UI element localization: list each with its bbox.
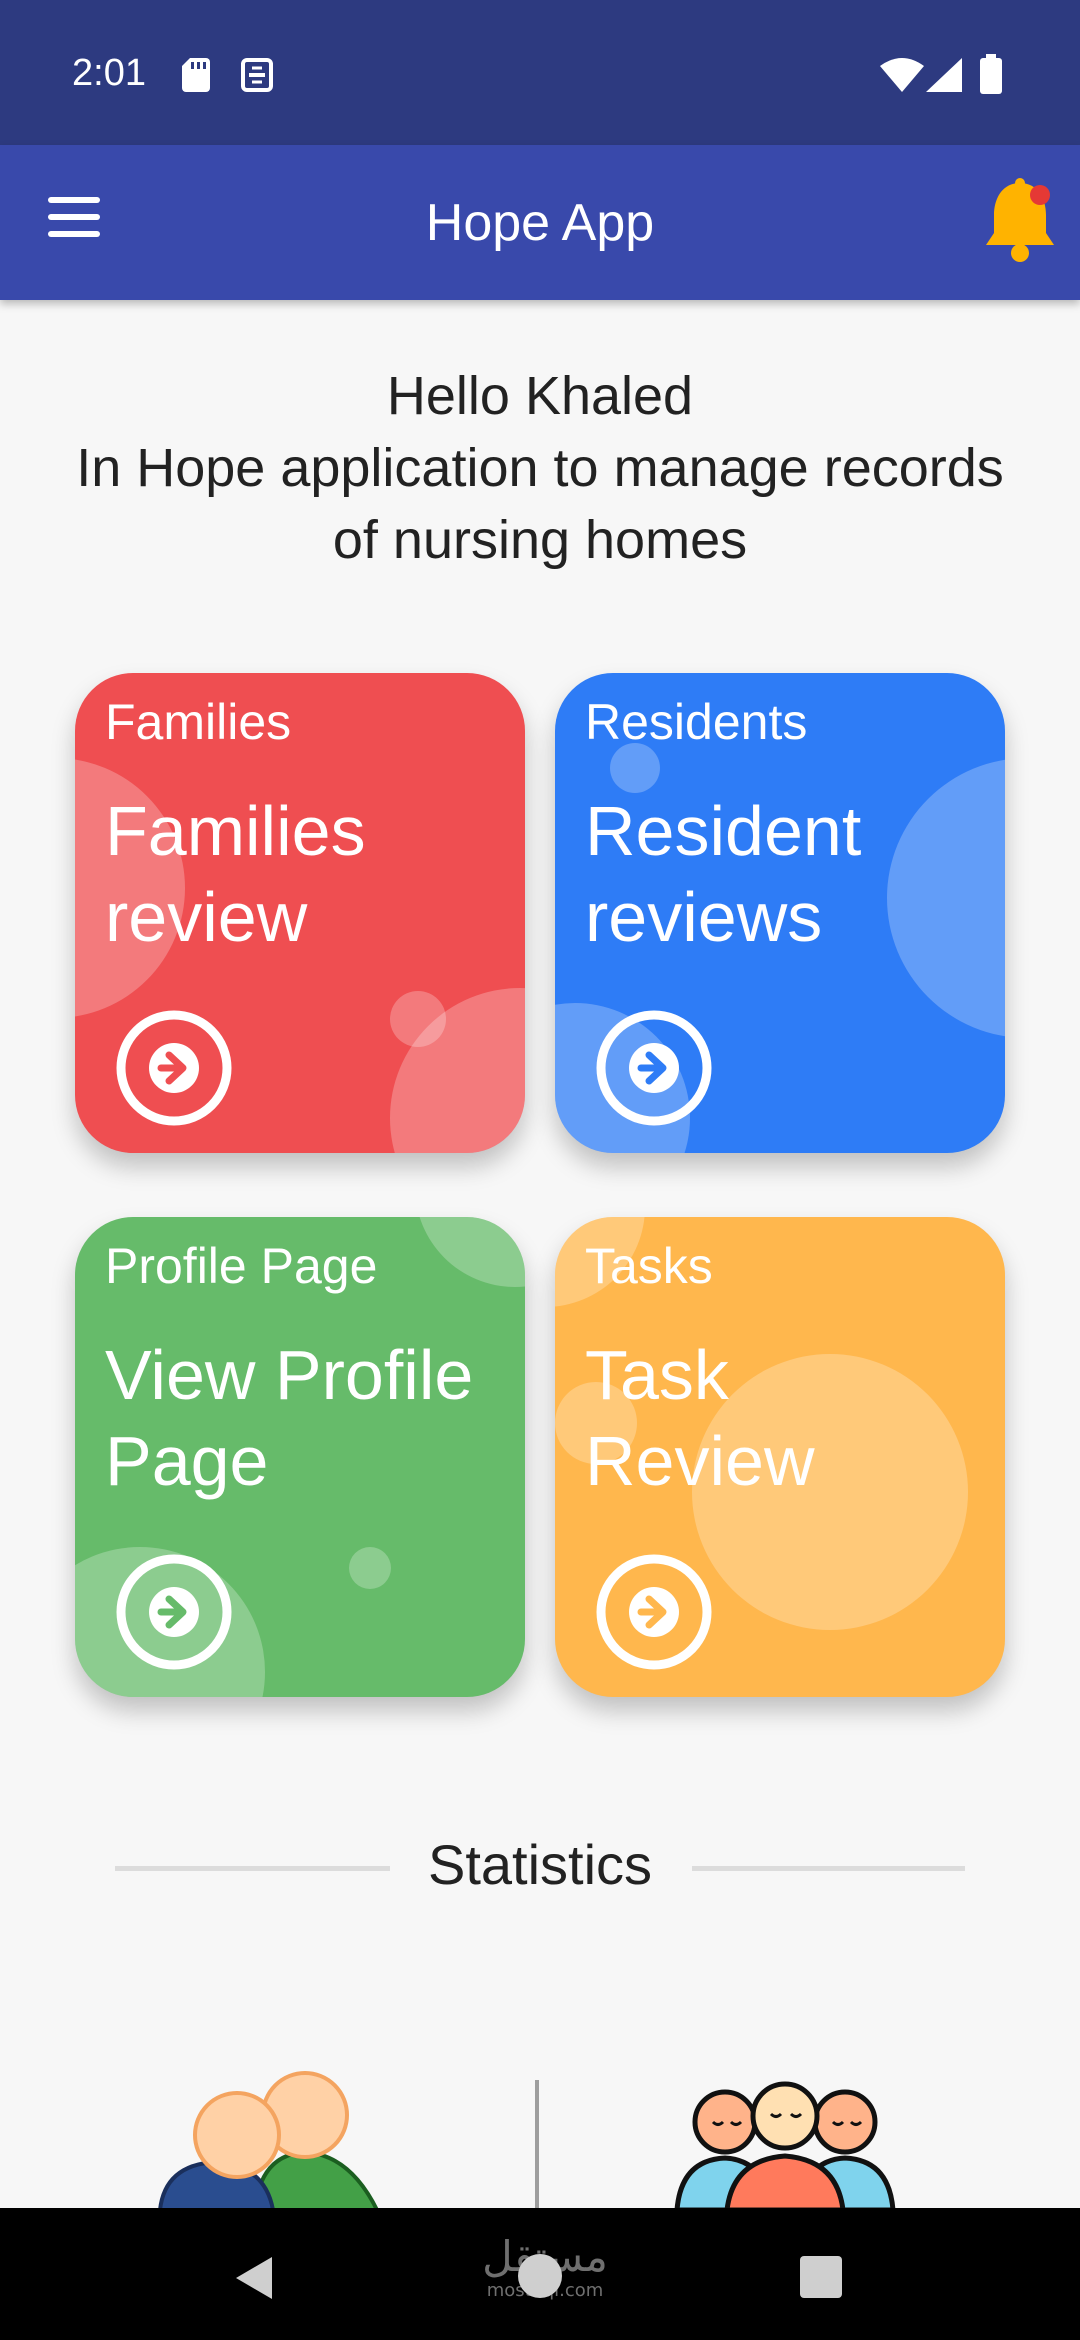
statistics-center-divider xyxy=(535,2080,539,2220)
arrow-right-circle-icon[interactable] xyxy=(595,1553,713,1671)
arrow-right-circle-icon[interactable] xyxy=(115,1553,233,1671)
greeting-line-1: Hello Khaled xyxy=(386,366,694,426)
app-title: Hope App xyxy=(425,194,655,252)
card-category: Profile Page xyxy=(105,1238,378,1294)
greeting-line-2: In Hope application to manage records xyxy=(76,438,1004,498)
families-card[interactable]: Families Families review xyxy=(75,673,525,1153)
greeting-line-3: of nursing homes xyxy=(332,510,748,570)
residents-group-icon xyxy=(674,2081,896,2210)
card-title: Task Review xyxy=(585,1336,815,1500)
notification-badge xyxy=(1030,185,1050,205)
arrow-right-circle-icon[interactable] xyxy=(115,1009,233,1127)
app-bar: Hope App xyxy=(0,145,1080,300)
home-icon[interactable] xyxy=(518,2254,562,2298)
greeting-text: Hello Khaled In Hope application to mana… xyxy=(0,360,1080,576)
profile-card[interactable]: Profile Page View Profile Page xyxy=(75,1217,525,1697)
card-title: View Profile Page xyxy=(105,1336,474,1500)
arrow-right-circle-icon[interactable] xyxy=(595,1009,713,1127)
sim-icon xyxy=(241,58,273,92)
sd-card-icon xyxy=(182,58,210,92)
signal-icon xyxy=(926,58,962,92)
card-title: Families review xyxy=(105,792,366,956)
wifi-icon xyxy=(880,58,924,92)
battery-icon xyxy=(980,54,1002,94)
status-time: 2:01 xyxy=(72,52,146,94)
notification-bell-icon[interactable] xyxy=(980,175,1060,265)
card-title: Resident reviews xyxy=(585,792,862,956)
card-category: Tasks xyxy=(585,1238,713,1294)
family-people-icon xyxy=(157,2071,380,2210)
card-category: Residents xyxy=(585,694,808,750)
back-icon[interactable] xyxy=(232,2255,276,2301)
status-bar: 2:01 xyxy=(0,0,1080,145)
system-navigation-bar: مستقل mostaql.com xyxy=(0,2208,1080,2340)
card-category: Families xyxy=(105,694,292,750)
statistics-heading: Statistics xyxy=(427,1833,653,1896)
tasks-card[interactable]: Tasks Task Review xyxy=(555,1217,1005,1697)
residents-card[interactable]: Residents Resident reviews xyxy=(555,673,1005,1153)
recents-icon[interactable] xyxy=(800,2256,842,2298)
